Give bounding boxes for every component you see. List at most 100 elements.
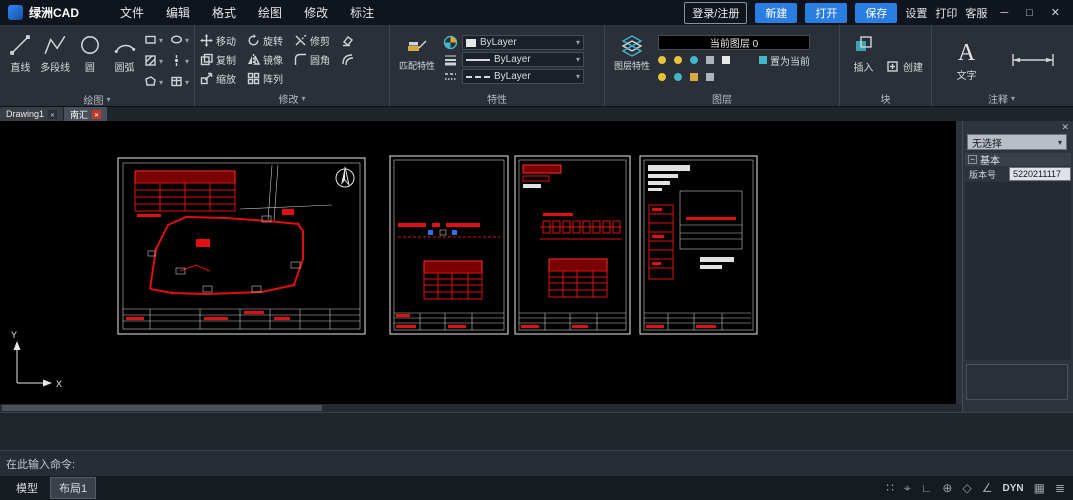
status-menu-icon[interactable]: ≣ <box>1055 481 1065 495</box>
horizontal-scrollbar[interactable] <box>0 404 962 412</box>
menu-file[interactable]: 文件 <box>109 4 155 21</box>
status-polar-icon[interactable]: ⊕ <box>942 481 952 495</box>
tool-trim[interactable]: 修剪 <box>294 33 341 48</box>
save-file-button[interactable]: 保存 <box>855 3 897 23</box>
tool-polyline[interactable]: 多段线 <box>40 30 71 90</box>
chevron-down-icon[interactable] <box>159 51 163 69</box>
tool-fillet[interactable]: 圆角 <box>294 52 341 67</box>
tool-circle[interactable]: 圆 <box>74 30 105 90</box>
layer-bulb2-icon[interactable] <box>658 73 666 81</box>
chevron-down-icon[interactable] <box>159 30 163 48</box>
model-tab[interactable]: 模型 <box>8 478 46 498</box>
open-file-button[interactable]: 打开 <box>805 3 847 23</box>
menu-edit[interactable]: 编辑 <box>155 4 201 21</box>
tool-insert-block[interactable]: 插入 <box>845 30 882 89</box>
menu-modify[interactable]: 修改 <box>293 4 339 21</box>
panel-block-label[interactable]: 块 <box>840 91 931 106</box>
tool-layer-properties[interactable]: 图层特性 <box>610 30 654 89</box>
tab-close-icon[interactable] <box>92 110 101 119</box>
linetype-sample <box>466 76 490 78</box>
lineweight-dropdown[interactable]: ByLayer <box>462 52 584 67</box>
layer-sun-icon[interactable] <box>674 56 682 64</box>
panel-layers-label[interactable]: 图层 <box>605 91 839 106</box>
menu-annotate[interactable]: 标注 <box>339 4 385 21</box>
chevron-down-icon[interactable] <box>185 72 189 90</box>
menu-format[interactable]: 格式 <box>201 4 247 21</box>
close-button[interactable]: ✕ <box>1046 6 1065 19</box>
section-basic[interactable]: 基本 <box>965 153 1071 166</box>
status-otrack-icon[interactable]: ∠ <box>982 481 993 495</box>
status-ortho-icon[interactable]: ∟ <box>921 481 933 495</box>
tool-offset[interactable] <box>341 53 357 66</box>
menu-draw[interactable]: 绘图 <box>247 4 293 21</box>
panel-annotate-label[interactable]: 注释 <box>932 91 1071 106</box>
layout1-tab[interactable]: 布局1 <box>50 477 96 499</box>
layer-freeze-icon[interactable] <box>690 56 698 64</box>
chevron-down-icon[interactable] <box>185 30 189 48</box>
tool-hatch[interactable] <box>144 51 163 69</box>
tool-ellipse[interactable] <box>170 30 189 48</box>
drawing-canvas[interactable]: Y X <box>0 121 962 404</box>
drawing-tab-1[interactable]: Drawing1 <box>0 107 63 121</box>
tool-array[interactable]: 阵列 <box>247 71 294 86</box>
layer-on-bulb-icon[interactable] <box>658 56 666 64</box>
palette-close-icon[interactable] <box>1061 122 1069 133</box>
tool-move[interactable]: 移动 <box>200 33 247 48</box>
tool-match-properties[interactable]: 匹配特性 <box>395 30 439 89</box>
tool-arc[interactable]: 圆弧 <box>109 30 140 90</box>
dimension-icon[interactable] <box>1011 52 1055 68</box>
layer-unlock-icon[interactable] <box>690 73 698 81</box>
support-button[interactable]: 客服 <box>965 5 987 21</box>
tool-line[interactable]: 直线 <box>5 30 36 90</box>
layer-isolate-icon[interactable] <box>706 73 714 81</box>
set-current-layer-button[interactable]: 置为当前 <box>759 53 810 68</box>
tool-create-block[interactable]: 创建 <box>886 44 923 89</box>
move-icon <box>200 34 213 47</box>
tab-close-icon[interactable] <box>48 110 57 119</box>
layer-color-icon[interactable] <box>722 56 730 64</box>
panel-draw-label[interactable]: 绘图 <box>0 92 194 107</box>
tool-region[interactable] <box>144 72 163 90</box>
drawing-tab-2[interactable]: 南汇 <box>64 107 107 121</box>
drawing-tab-bar: Drawing1 南汇 <box>0 107 1073 121</box>
tool-table[interactable] <box>170 72 189 90</box>
status-osnap-icon[interactable]: ◇ <box>962 481 971 495</box>
status-lwt-icon[interactable]: ▦ <box>1034 481 1045 495</box>
linetype-dropdown[interactable]: ByLayer <box>462 69 584 84</box>
panel-modify-label[interactable]: 修改 <box>195 91 389 106</box>
new-file-button[interactable]: 新建 <box>755 3 797 23</box>
collapse-icon[interactable] <box>968 155 977 164</box>
minimize-button[interactable]: ─ <box>995 7 1013 19</box>
tool-point[interactable] <box>170 51 189 69</box>
tool-copy[interactable]: 复制 <box>200 52 247 67</box>
print-button[interactable]: 打印 <box>935 5 957 21</box>
command-history[interactable] <box>0 412 1073 450</box>
tool-erase[interactable] <box>341 34 357 47</box>
tool-rectangle[interactable] <box>144 30 163 48</box>
lineweight-icon <box>443 52 458 67</box>
color-dropdown[interactable]: ByLayer <box>462 35 584 50</box>
command-input[interactable]: 在此输入命令: <box>0 450 1073 476</box>
tool-rotate[interactable]: 旋转 <box>247 33 294 48</box>
property-value[interactable]: 5220211117 <box>1009 167 1071 181</box>
selection-dropdown[interactable]: 无选择 <box>967 134 1067 150</box>
chevron-down-icon[interactable] <box>185 51 189 69</box>
tool-scale[interactable]: 缩放 <box>200 71 247 86</box>
cad-drawing[interactable]: Y X <box>0 121 962 404</box>
panel-properties-label[interactable]: 特性 <box>390 91 604 106</box>
settings-button[interactable]: 设置 <box>905 5 927 21</box>
lineweight-control: ByLayer <box>443 52 584 67</box>
chevron-down-icon[interactable] <box>159 72 163 90</box>
status-grid-icon[interactable]: ∷ <box>886 481 894 495</box>
sheet-4 <box>640 156 757 334</box>
tool-mirror[interactable]: 镜像 <box>247 52 294 67</box>
scrollbar-thumb[interactable] <box>2 405 322 411</box>
status-snap-icon[interactable]: ⌖ <box>904 481 911 496</box>
layer-thaw-icon[interactable] <box>674 73 682 81</box>
maximize-button[interactable]: □ <box>1021 7 1038 19</box>
dyn-toggle[interactable]: DYN <box>1002 483 1023 494</box>
login-register-button[interactable]: 登录/注册 <box>684 2 747 24</box>
current-layer-display[interactable]: 当前图层 0 <box>658 35 810 50</box>
tool-text[interactable]: A 文字 <box>948 38 985 82</box>
layer-lock-icon[interactable] <box>706 56 714 64</box>
